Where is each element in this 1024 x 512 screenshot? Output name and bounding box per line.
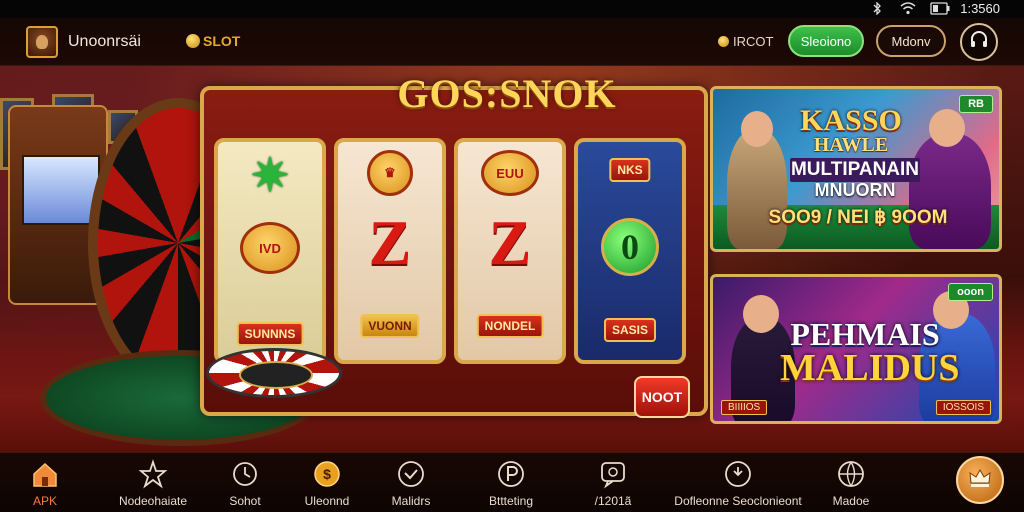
nav-label: APK [32,494,57,508]
nav-label: Bttteting [488,494,534,508]
headset-icon [968,29,990,56]
balance-label: IRCOT [733,34,774,49]
nav-label: Sohot [229,494,261,508]
crown-symbol-icon: ♛ [367,150,413,196]
promo-1-winnings: SOO9 / NEI ฿ 9OOM [768,207,948,228]
clock-icon [230,459,260,489]
support-button[interactable] [960,23,998,61]
nav-label: Nodeohaiate [118,494,188,508]
reel-symbol-ribbon: SUNNNS [236,322,304,346]
home-icon [30,459,60,489]
promo-tag: ooon [948,283,993,301]
promo-person [727,129,787,249]
spin-button[interactable]: NOOT [634,376,690,418]
nav-label: Madoe [832,494,870,508]
promo-person-head [743,295,779,333]
promo-1-subline: HAWLE [813,134,889,156]
tab-slot-label: SLOT [203,33,241,49]
promo-2-subline: MALIDUS [780,347,960,389]
reel-1: ✷ IVD SUNNNS [214,138,326,364]
nav-label: Malidrs [391,494,431,508]
reel-4: NKS 0 SASIS [574,138,686,364]
tab-slot[interactable]: SLOT [186,33,240,49]
battery-icon [930,2,950,15]
coin-icon [186,34,200,48]
primary-action-button[interactable]: Sleoiono [788,25,864,57]
floating-action-button[interactable] [956,456,1004,504]
reel-symbol-seven: Z [368,207,412,278]
reel-symbol-badge: EUU [481,150,539,196]
reel-2: ♛ Z VUONN [334,138,446,364]
nav-item-malidrs[interactable]: Malidrs [356,453,466,512]
reel-3: EUU Z NONDEL [454,138,566,364]
app-window: 1:3560 Unoonrsäi SLOT IRCOT Sleoiono Mdo… [0,0,1024,512]
parking-icon [496,459,526,489]
roulette-chips-decoration [206,348,342,398]
crown-icon [967,465,993,496]
game-title: GOS:SNOK [397,71,617,116]
promo-2-footer: BIIIIOS IOSSOIS [721,400,991,415]
bluetooth-icon [870,1,884,16]
reel-symbol-seven: Z [488,207,532,278]
app-name: Unoonrsäi [68,33,141,50]
coin-icon: $ [312,459,342,489]
globe-icon [836,459,866,489]
bottom-nav: APK Nodeohaiate Sohot $ Uleonnd Malidrs [0,452,1024,512]
checkmark-icon [396,459,426,489]
promo-person-head [929,109,965,147]
reel-symbol-ribbon: NKS [609,158,651,182]
promo-person-head [741,111,773,147]
promo-tag: RB [959,95,993,113]
nav-label: Dofleonne Seoclonieont [674,494,802,508]
star-icon [138,459,168,489]
promo-1-banner: MULTIPANAIN [790,158,920,182]
reel-symbol-ribbon: VUONN [360,314,420,338]
promo-1-headline: KASSO [800,104,902,137]
secondary-action-button[interactable]: Mdonv [876,25,946,57]
svg-text:$: $ [323,466,331,482]
reel-symbol-badge: IVD [240,222,300,274]
reel-symbol-ribbon: SASIS [603,318,657,342]
status-bar: 1:3560 [0,0,1024,18]
nav-item-1201[interactable]: /1201ã [558,453,668,512]
nav-label: /1201ã [594,494,632,508]
promo-2-footer-left: BIIIIOS [721,400,768,415]
slot-machine-screen [22,155,100,225]
nav-item-dofleonne[interactable]: Dofleonne Seoclonieont [664,453,812,512]
reel-symbol-ribbon: NONDEL [476,314,544,338]
chat-icon [598,459,628,489]
star-symbol-icon: ✷ [250,149,290,201]
app-logo[interactable] [26,26,58,58]
balance-display: IRCOT [718,34,773,49]
promo-2-footer-right: IOSSOIS [935,400,991,415]
promo-1-caption: MNUORN [814,180,896,200]
nav-label: Uleonnd [304,494,350,508]
nav-item-madoe[interactable]: Madoe [796,453,906,512]
top-header: Unoonrsäi SLOT IRCOT Sleoiono Mdonv [0,18,1024,66]
wifi-icon [900,2,916,15]
status-time: 1:3560 [960,1,1000,16]
reel-symbol-gem: 0 [601,218,659,276]
nav-item-bttteting[interactable]: Bttteting [456,453,566,512]
promo-person [909,133,991,249]
coin-icon [718,36,729,47]
nav-item-apk[interactable]: APK [0,453,100,512]
gauge-icon [723,459,753,489]
